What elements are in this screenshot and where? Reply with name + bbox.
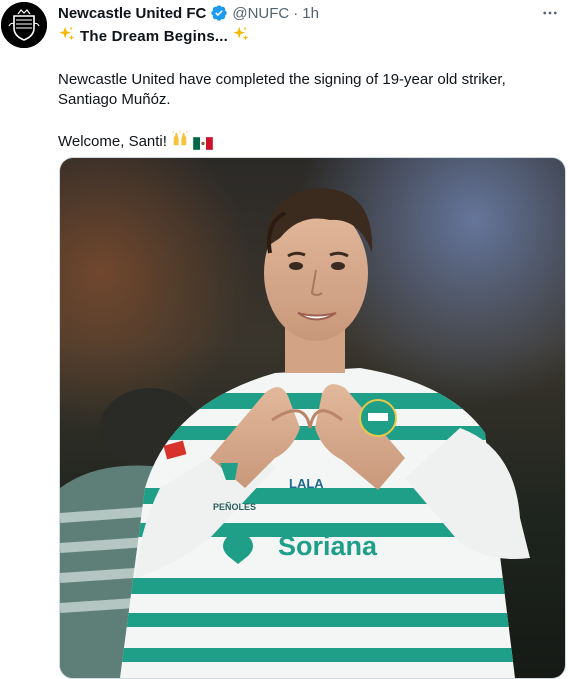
more-horizontal-icon <box>543 11 557 15</box>
display-name[interactable]: Newcastle United FC <box>58 5 206 22</box>
tweet: Newcastle United FC @NUFC · 1h The Dream… <box>0 0 570 679</box>
headline-text: The Dream Begins... <box>80 28 229 45</box>
sponsor-soriana: Soriana <box>278 531 378 561</box>
welcome-line: Welcome, Santi! <box>58 130 556 154</box>
player-photo: LALA PEÑOLES Soriana <box>60 158 565 678</box>
verified-badge-icon <box>210 4 228 22</box>
club-crest-icon <box>1 2 47 48</box>
headline-line: The Dream Begins... <box>58 25 556 49</box>
sponsor-lala: LALA <box>289 476 324 491</box>
handle[interactable]: @NUFC <box>232 5 289 22</box>
tweet-media[interactable]: LALA PEÑOLES Soriana <box>59 157 566 679</box>
more-options-button[interactable] <box>540 3 560 23</box>
welcome-text: Welcome, Santi! <box>58 133 167 150</box>
sponsor-penoles: PEÑOLES <box>213 502 256 512</box>
sparkles-icon <box>58 25 76 49</box>
separator-dot: · <box>293 4 299 22</box>
sparkles-icon <box>232 25 250 49</box>
mexico-flag-icon <box>192 136 214 150</box>
tweet-header: Newcastle United FC @NUFC · 1h <box>58 3 550 23</box>
tweet-text: The Dream Begins... Newcastle United hav… <box>58 25 556 154</box>
raised-hands-icon <box>171 130 189 154</box>
timestamp[interactable]: 1h <box>302 5 319 22</box>
body-text: Newcastle United have completed the sign… <box>58 71 506 108</box>
avatar[interactable] <box>1 2 47 48</box>
